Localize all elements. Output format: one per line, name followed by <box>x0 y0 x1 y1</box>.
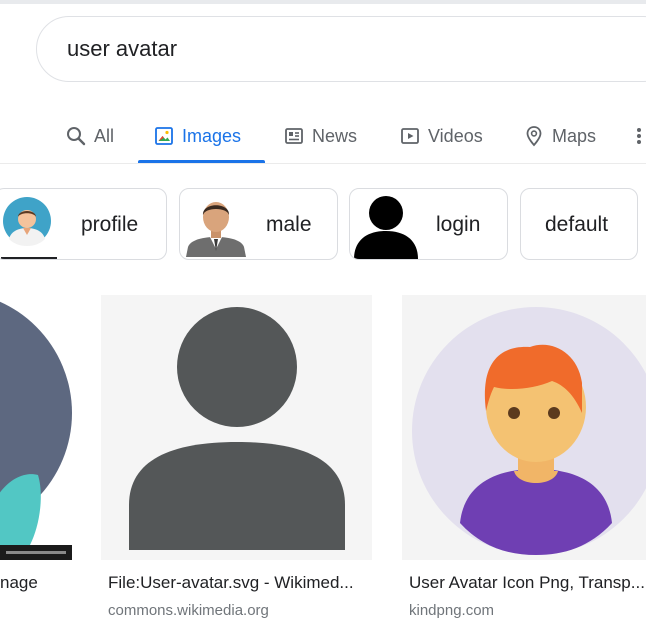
male-avatar-icon <box>182 193 250 259</box>
profile-avatar-icon <box>1 195 57 258</box>
avatar-image <box>0 295 72 560</box>
result-thumbnail-1[interactable] <box>0 295 72 560</box>
result-title[interactable]: User Avatar Icon Png, Transp... <box>409 573 646 593</box>
chip-male[interactable]: male <box>179 188 338 260</box>
login-avatar-icon <box>350 191 424 259</box>
search-icon <box>66 126 86 146</box>
chip-label: default <box>545 213 609 236</box>
search-box[interactable] <box>36 16 646 82</box>
result-thumbnail-2[interactable] <box>101 295 372 560</box>
result-title[interactable]: nage <box>0 573 70 593</box>
top-divider <box>0 0 646 4</box>
result-title[interactable]: File:User-avatar.svg - Wikimed... <box>108 573 372 593</box>
result-source[interactable]: kindpng.com <box>409 602 494 619</box>
search-tabs: All Images News Videos Maps <box>0 108 646 164</box>
chip-label: profile <box>81 213 139 236</box>
chip-label: male <box>266 213 312 236</box>
news-icon <box>284 126 304 146</box>
chip-login[interactable]: login <box>349 188 508 260</box>
tab-label: Videos <box>428 125 483 146</box>
image-icon <box>154 126 174 146</box>
map-pin-icon <box>524 125 544 147</box>
chip-profile[interactable]: profile <box>0 188 167 260</box>
tabs-divider <box>0 163 646 164</box>
tab-videos[interactable]: Videos <box>400 108 483 164</box>
result-thumbnail-3[interactable] <box>402 295 646 560</box>
video-icon <box>400 126 420 146</box>
default-user-avatar-image <box>129 307 345 550</box>
tab-more[interactable] <box>636 108 642 164</box>
tab-label: Maps <box>552 125 597 146</box>
tab-news[interactable]: News <box>284 108 357 164</box>
tab-label: All <box>94 125 115 146</box>
chip-label: login <box>436 213 481 236</box>
tab-label: Images <box>182 125 242 146</box>
cartoon-user-avatar-image <box>412 307 646 555</box>
tab-label: News <box>312 125 358 146</box>
tab-maps[interactable]: Maps <box>524 108 596 164</box>
search-input[interactable] <box>67 33 627 65</box>
more-vert-icon <box>636 126 642 146</box>
result-source[interactable]: commons.wikimedia.org <box>108 602 269 619</box>
chip-underline <box>1 257 57 259</box>
chip-default[interactable]: default <box>520 188 638 260</box>
tab-images[interactable]: Images <box>154 108 241 164</box>
tab-all[interactable]: All <box>66 108 114 164</box>
